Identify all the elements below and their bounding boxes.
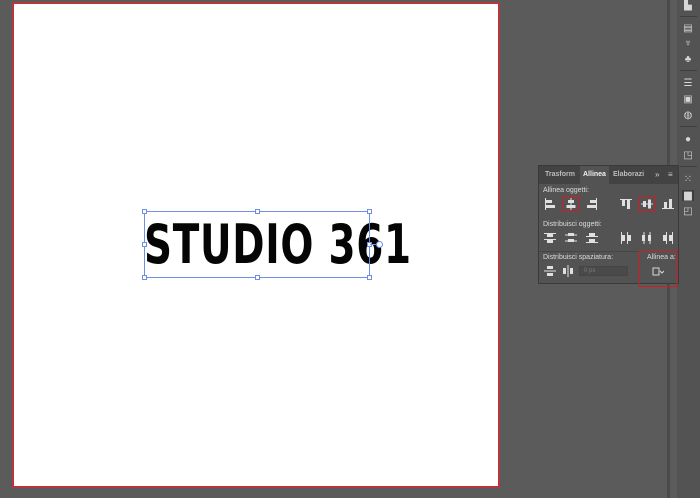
- rotation-handle[interactable]: [376, 241, 383, 248]
- dock-separator: [680, 166, 697, 167]
- tab-align[interactable]: Allinea: [580, 166, 609, 184]
- align-bottom-icon: [662, 199, 674, 209]
- distribute-right-button[interactable]: [661, 231, 675, 245]
- align-right-icon: [587, 198, 597, 210]
- selection-handle-bottom-right[interactable]: [367, 275, 372, 280]
- selection-handle-top-right[interactable]: [367, 209, 372, 214]
- align-icon[interactable]: ▆: [682, 190, 694, 201]
- gradient-icon[interactable]: ▣: [682, 94, 694, 105]
- distribute-vertical-space-icon: [544, 266, 556, 276]
- distribute-vertical-center-icon: [565, 233, 577, 242]
- selection-handle-top-left[interactable]: [142, 209, 147, 214]
- appearance-icon[interactable]: ●: [682, 134, 694, 145]
- align-vertical-center-icon: [641, 199, 653, 209]
- distribute-horizontal-center-button[interactable]: [640, 231, 654, 245]
- distribute-horizontal-space-button[interactable]: [561, 264, 575, 278]
- align-objects-label: Allinea oggetti:: [543, 187, 589, 194]
- distribute-right-icon: [663, 232, 673, 244]
- transparency-icon[interactable]: ◍: [682, 110, 694, 121]
- distribute-horizontal-space-icon: [563, 265, 573, 277]
- align-left-button[interactable]: [543, 197, 557, 211]
- align-top-button[interactable]: [619, 197, 633, 211]
- pathfinder-icon[interactable]: ◰: [682, 206, 694, 217]
- distribute-vertical-space-button[interactable]: [543, 264, 557, 278]
- dock-separator: [680, 126, 697, 127]
- selection-handle-bottom-left[interactable]: [142, 275, 147, 280]
- spacing-value-input[interactable]: 0 px: [579, 266, 628, 276]
- symbols-icon[interactable]: ♣: [682, 54, 694, 65]
- stroke-icon[interactable]: ☰: [682, 78, 694, 89]
- distribute-horizontal-center-icon: [642, 232, 651, 244]
- panel-tab-bar: Trasform Allinea Elaborazi » ≡: [539, 166, 678, 184]
- panel-menu-icon[interactable]: ≡: [668, 169, 673, 181]
- distribute-objects-label: Distribuisci oggetti:: [543, 221, 602, 228]
- distribute-left-icon: [621, 232, 631, 244]
- align-horizontal-center-icon: [566, 198, 576, 210]
- distribute-bottom-icon: [586, 233, 598, 243]
- tab-transform[interactable]: Trasform: [545, 166, 575, 184]
- dock-separator: [680, 16, 697, 17]
- align-to-highlight: [639, 251, 677, 287]
- selection-bounding-box[interactable]: [144, 211, 370, 278]
- transform-icon[interactable]: ⁙: [682, 174, 694, 185]
- collapse-panel-icon[interactable]: »: [655, 169, 659, 181]
- distribute-bottom-button[interactable]: [585, 231, 599, 245]
- tab-pathfinder[interactable]: Elaborazi: [613, 166, 644, 184]
- dock-separator: [680, 70, 697, 71]
- distribute-vertical-center-button[interactable]: [564, 231, 578, 245]
- selection-handle-middle-left[interactable]: [142, 242, 147, 247]
- distribute-top-button[interactable]: [543, 231, 557, 245]
- selection-handle-top-center[interactable]: [255, 209, 260, 214]
- distribute-spacing-label: Distribuisci spaziatura:: [543, 254, 614, 261]
- align-right-button[interactable]: [585, 197, 599, 211]
- selection-handle-bottom-center[interactable]: [255, 275, 260, 280]
- align-left-icon: [545, 198, 555, 210]
- distribute-top-icon: [544, 233, 556, 243]
- panel-dock: ▙ ▤ ♆ ♣ ☰ ▣ ◍ ● ◳ ⁙ ▆ ◰: [677, 0, 700, 498]
- libraries-icon[interactable]: ▤: [682, 23, 694, 34]
- distribute-left-button[interactable]: [619, 231, 633, 245]
- align-top-icon: [620, 199, 632, 209]
- properties-icon[interactable]: ▙: [682, 0, 694, 11]
- align-horizontal-center-button[interactable]: [563, 196, 579, 212]
- align-vertical-center-button[interactable]: [639, 196, 655, 212]
- brushes-icon[interactable]: ♆: [682, 38, 694, 49]
- align-bottom-button[interactable]: [661, 197, 675, 211]
- graphic-styles-icon[interactable]: ◳: [682, 150, 694, 161]
